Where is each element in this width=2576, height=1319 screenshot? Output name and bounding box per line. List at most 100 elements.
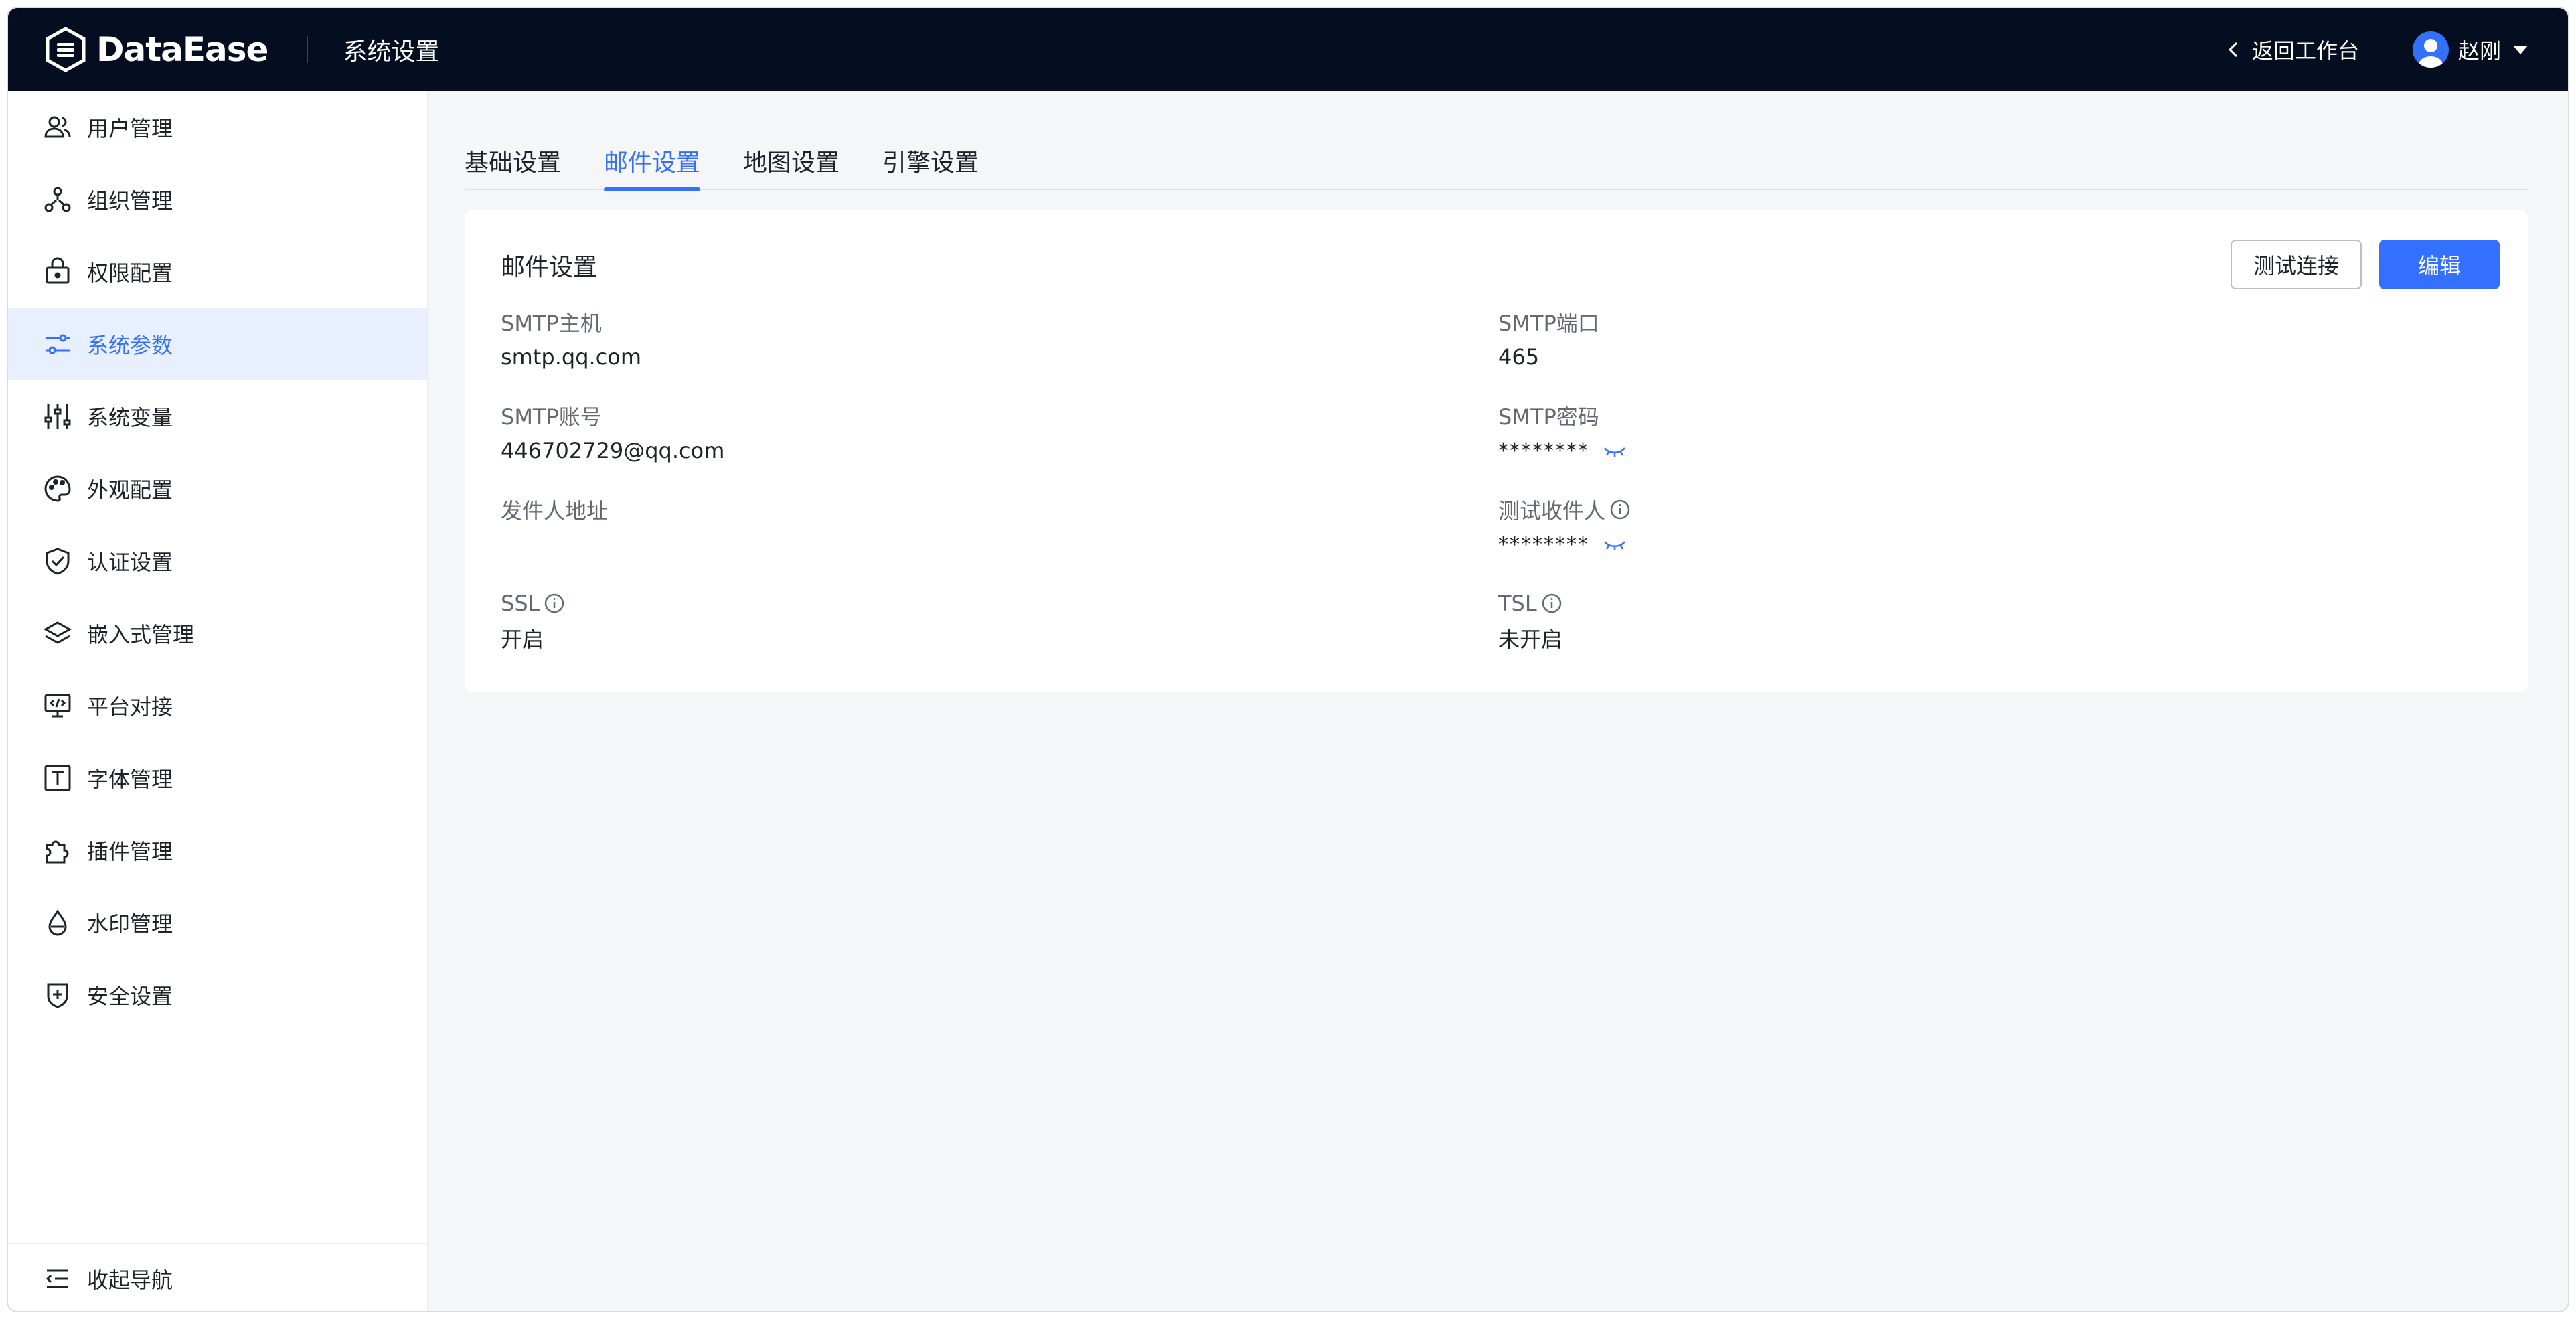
field-smtp-host: SMTP主机 smtp.qq.com [501,308,641,371]
sidebar-item-users[interactable]: 用户管理 [8,91,427,163]
topbar-right: 返回工作台 赵刚 [2224,31,2528,68]
field-smtp-password: SMTP密码 ******** [1498,402,1627,465]
sidebar-item-embedded[interactable]: 嵌入式管理 [8,597,427,670]
user-avatar-icon [2418,39,2443,68]
sidebar-item-label: 插件管理 [87,839,173,864]
sidebar-item-security[interactable]: 安全设置 [8,959,427,1031]
sidebar-item-label: 权限配置 [87,260,173,286]
info-icon[interactable] [544,593,565,614]
field-label: SMTP账号 [501,404,602,430]
sidebar-item-watermark[interactable]: 水印管理 [8,886,427,959]
sidebar-item-label: 外观配置 [87,477,173,503]
collapse-nav-button[interactable]: 收起导航 [8,1243,427,1311]
brand-name: DataEase [96,30,268,69]
sidebar-item-label: 嵌入式管理 [87,622,195,647]
page-title: 系统设置 [343,38,440,66]
field-label: SSL [501,591,540,616]
user-menu[interactable]: 赵刚 [2412,31,2528,68]
settings-tabs: 基础设置 邮件设置 地图设置 引擎设置 [465,131,2528,191]
users-icon [43,112,72,142]
field-label: 发件人地址 [501,498,609,524]
field-value: 未开启 [1498,627,1563,652]
font-icon [43,763,72,793]
field-label-row: SSL [501,589,565,617]
lock-icon [43,257,72,287]
variables-icon [43,402,72,431]
mail-settings-card: 邮件设置 测试连接 编辑 SMTP主机 smtp.qq.com SMTP端口 4… [465,210,2528,692]
sidebar-item-auth[interactable]: 认证设置 [8,525,427,597]
field-tsl: TSL 未开启 [1498,589,1562,652]
layers-icon [43,619,72,648]
sidebar-item-label: 平台对接 [87,694,173,720]
shield-plus-icon [43,980,72,1010]
tab-map[interactable]: 地图设置 [743,131,839,190]
collapse-menu-icon [46,1269,68,1288]
app-window: DataEase 系统设置 返回工作台 赵刚 用户管理 组织管理 权限配置 系统… [7,7,2569,1312]
edit-button[interactable]: 编辑 [2379,240,2500,289]
field-label-row: TSL [1498,589,1562,617]
info-icon[interactable] [1541,593,1562,614]
field-label: SMTP主机 [501,311,602,336]
eye-closed-icon[interactable] [1603,536,1627,552]
field-value: 446702729@qq.com [501,438,725,463]
info-icon[interactable] [1609,499,1631,520]
drop-icon [43,908,72,937]
field-label: SMTP端口 [1498,311,1599,336]
collapse-nav-label: 收起导航 [87,1267,173,1293]
field-label: TSL [1498,591,1537,616]
sidebar-item-plugins[interactable]: 插件管理 [8,814,427,886]
masked-recipient: ******** [1498,532,1589,556]
tab-mail[interactable]: 邮件设置 [604,131,701,191]
sidebar-item-appearance[interactable]: 外观配置 [8,453,427,525]
dataease-logo-icon [46,27,86,72]
puzzle-icon [43,836,72,865]
sidebar-item-fonts[interactable]: 字体管理 [8,742,427,814]
topbar-divider [307,36,309,63]
sidebar-menu: 用户管理 组织管理 权限配置 系统参数 系统变量 外观配置 认证设置 嵌入式管理… [8,91,427,1031]
sidebar: 用户管理 组织管理 权限配置 系统参数 系统变量 外观配置 认证设置 嵌入式管理… [8,91,428,1311]
avatar [2412,31,2449,68]
eye-closed-icon[interactable] [1603,443,1627,459]
tab-basic[interactable]: 基础设置 [465,131,561,190]
sidebar-item-permissions[interactable]: 权限配置 [8,236,427,308]
back-to-workbench-button[interactable]: 返回工作台 [2224,34,2359,65]
sidebar-item-label: 字体管理 [87,767,173,792]
user-name: 赵刚 [2458,38,2501,64]
sidebar-item-org[interactable]: 组织管理 [8,163,427,236]
field-value [501,530,608,558]
org-tree-icon [43,185,72,214]
sidebar-item-label: 系统参数 [87,333,173,358]
shield-check-icon [43,546,72,576]
sidebar-item-platform[interactable]: 平台对接 [8,670,427,742]
tab-engine[interactable]: 引擎设置 [882,131,979,190]
field-test-recipient: 测试收件人 ******** [1498,495,1631,558]
sidebar-item-label: 组织管理 [87,188,173,214]
back-label: 返回工作台 [2251,38,2359,64]
field-label-row: 测试收件人 [1498,495,1631,524]
field-smtp-port: SMTP端口 465 [1498,308,1599,371]
top-bar: DataEase 系统设置 返回工作台 赵刚 [8,8,2568,91]
field-smtp-account: SMTP账号 446702729@qq.com [501,402,724,465]
logo[interactable]: DataEase [43,27,268,72]
sidebar-item-label: 水印管理 [87,911,173,937]
field-value: 开启 [501,627,544,652]
sidebar-item-label: 用户管理 [87,116,173,141]
field-value-row: ******** [1498,530,1631,558]
field-ssl: SSL 开启 [501,589,565,652]
chevron-left-icon [2228,42,2238,58]
field-label: 测试收件人 [1498,498,1606,524]
card-title: 邮件设置 [501,254,598,281]
test-connection-button[interactable]: 测试连接 [2231,240,2362,289]
sliders-icon [43,329,72,359]
sidebar-item-system-variables[interactable]: 系统变量 [8,380,427,453]
field-value-row: ******** [1498,437,1627,465]
main-content: 基础设置 邮件设置 地图设置 引擎设置 邮件设置 测试连接 编辑 SMTP主机 … [428,91,2568,1311]
palette-icon [43,474,72,503]
code-monitor-icon [43,691,72,720]
sidebar-item-label: 安全设置 [87,984,173,1009]
sidebar-item-system-params[interactable]: 系统参数 [8,308,427,380]
field-value: smtp.qq.com [501,344,642,370]
field-label: SMTP密码 [1498,404,1599,430]
caret-down-icon [2513,45,2528,54]
sidebar-item-label: 系统变量 [87,405,173,431]
